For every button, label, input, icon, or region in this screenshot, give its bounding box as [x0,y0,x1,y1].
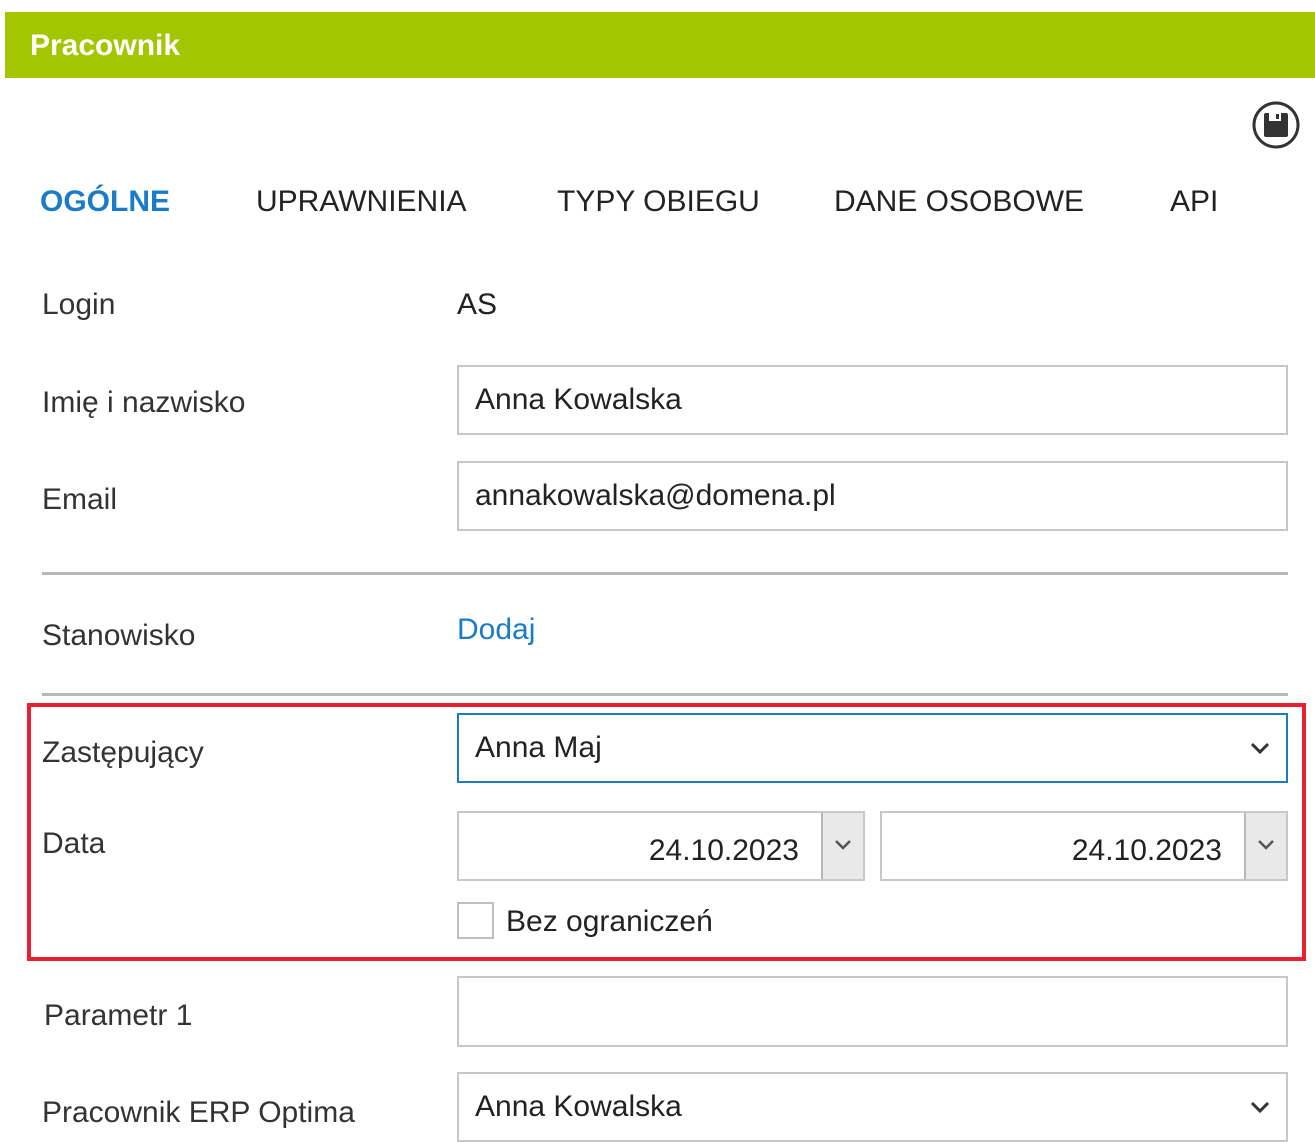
position-label: Stanowisko [42,619,196,652]
divider [42,693,1288,696]
tab-uprawnienia[interactable]: UPRAWNIENIA [256,184,467,220]
login-value: AS [457,288,498,321]
tab-api[interactable]: API [1170,184,1218,220]
tab-dane-osobowe[interactable]: DANE OSOBOWE [834,184,1084,220]
save-icon [1252,101,1300,149]
highlight-frame [27,703,1306,961]
erp-select[interactable]: Anna Kowalska [457,1072,1288,1142]
param1-label: Parametr 1 [44,999,193,1032]
name-label: Imię i nazwisko [42,386,246,419]
divider [42,572,1288,575]
add-position-link[interactable]: Dodaj [457,612,535,648]
name-input[interactable]: Anna Kowalska [457,365,1288,435]
chevron-down-icon [1250,1101,1270,1114]
email-label: Email [42,483,118,516]
page-title: Pracownik [30,29,181,62]
tab-typy-obiegu[interactable]: TYPY OBIEGU [557,184,760,220]
email-input[interactable]: annakowalska@domena.pl [457,461,1288,531]
save-button[interactable] [1247,100,1305,150]
tab-ogolne[interactable]: OGÓLNE [40,184,170,220]
erp-label: Pracownik ERP Optima [42,1096,355,1129]
login-label: Login [42,288,116,321]
erp-value: Anna Kowalska [475,1090,682,1123]
header-bar [5,12,1315,78]
param1-input[interactable] [457,976,1288,1047]
